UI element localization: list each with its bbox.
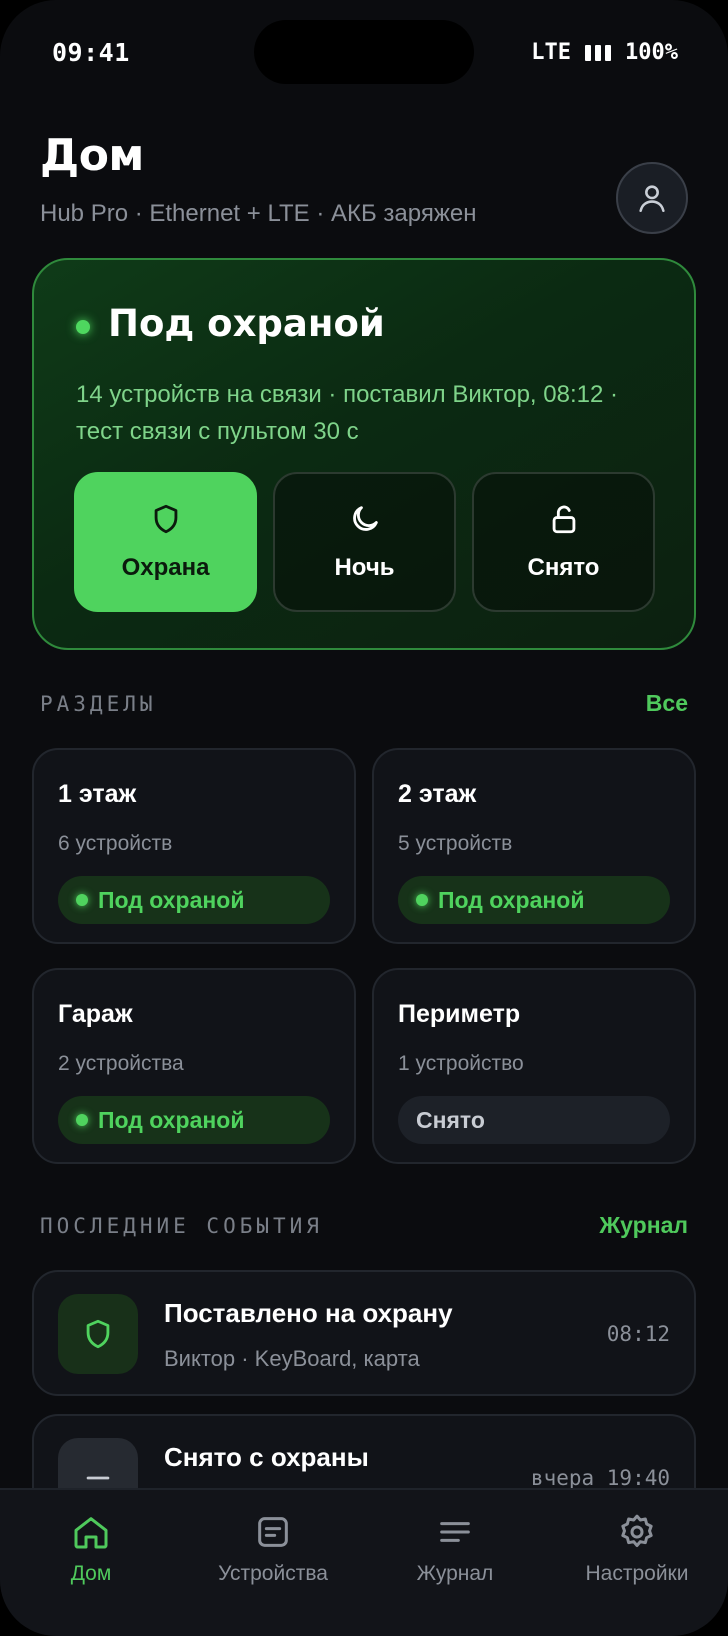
tab-label: Устройства	[218, 1562, 328, 1585]
mode-selector: Охрана Ночь Снято	[74, 472, 655, 612]
tab-bar: Дом Устройства Журнал Настройки	[0, 1488, 728, 1636]
zone-status-label: Снято	[416, 1106, 485, 1133]
disarm-label: Снято	[527, 554, 600, 581]
zone-status-badge: Под охраной	[58, 1096, 330, 1144]
zone-card-floor2[interactable]: 2 этаж 5 устройств Под охраной	[372, 748, 696, 944]
events-title: ПОСЛЕДНИЕ СОБЫТИЯ	[40, 1213, 323, 1238]
zone-card-garage[interactable]: Гараж 2 устройства Под охраной	[32, 968, 356, 1164]
status-bar: 09:41 LTE 100%	[0, 0, 728, 100]
zones-header: РАЗДЕЛЫ Все	[40, 690, 688, 717]
zone-status-label: Под охраной	[98, 1106, 245, 1133]
arm-label: Охрана	[121, 554, 210, 581]
event-time: вчера 19:40	[530, 1466, 670, 1490]
arm-button[interactable]: Охрана	[74, 472, 257, 612]
status-indicators: LTE 100%	[531, 40, 678, 65]
home-icon	[74, 1517, 108, 1549]
zone-name: Периметр	[398, 1000, 521, 1028]
tab-label: Дом	[70, 1562, 112, 1585]
zone-device-count: 1 устройство	[398, 1052, 524, 1075]
zone-card-floor1[interactable]: 1 этаж 6 устройств Под охраной	[32, 748, 356, 944]
status-dot	[416, 894, 428, 906]
shield-icon	[154, 504, 177, 534]
status-time: 09:41	[52, 38, 130, 67]
zone-card-perimeter[interactable]: Периметр 1 устройство Снято	[372, 968, 696, 1164]
zones-all-link[interactable]: Все	[646, 690, 688, 717]
zone-status-label: Под охраной	[98, 886, 245, 913]
dynamic-island	[254, 20, 474, 84]
zone-name: 1 этаж	[58, 780, 137, 808]
night-mode-button[interactable]: Ночь	[273, 472, 456, 612]
event-title: Поставлено на охрану	[164, 1298, 453, 1328]
zone-status-label: Под охраной	[438, 886, 585, 913]
page-title: Дом	[40, 130, 144, 181]
journal-link[interactable]: Журнал	[599, 1212, 688, 1239]
status-dot	[76, 894, 88, 906]
event-title: Снято с охраны	[164, 1442, 369, 1472]
unlock-icon	[552, 505, 575, 534]
tab-label: Настройки	[585, 1562, 689, 1585]
tab-home[interactable]: Дом	[0, 1490, 182, 1636]
zones-title: РАЗДЕЛЫ	[40, 691, 157, 716]
network-label: LTE	[531, 40, 572, 65]
zone-device-count: 2 устройства	[58, 1052, 184, 1075]
event-subtitle: Виктор · KeyBoard, карта	[164, 1346, 420, 1371]
battery-label: 100%	[625, 40, 678, 65]
hub-subtitle: Hub Pro · Ethernet + LTE · АКБ заряжен	[40, 200, 477, 227]
tab-label: Журнал	[416, 1562, 494, 1585]
event-time: 08:12	[606, 1322, 670, 1346]
zone-status-badge: Под охраной	[58, 876, 330, 924]
signal-icon	[585, 44, 612, 61]
list-icon	[440, 1522, 470, 1542]
profile-button[interactable]	[616, 162, 688, 234]
zone-device-count: 6 устройств	[58, 832, 173, 855]
event-item[interactable]: Поставлено на охрану Виктор · KeyBoard, …	[32, 1270, 696, 1396]
tab-devices[interactable]: Устройства	[182, 1490, 364, 1636]
zone-name: Гараж	[58, 1000, 133, 1028]
gear-icon	[621, 1514, 653, 1547]
tab-journal[interactable]: Журнал	[364, 1490, 546, 1636]
devices-icon	[258, 1517, 288, 1547]
app-screen: 09:41 LTE 100% Дом Hub Pro · Ethernet + …	[0, 0, 728, 1636]
security-status-card: Под охраной 14 устройств на связи · пост…	[32, 258, 696, 650]
event-icon-box	[58, 1294, 138, 1374]
user-icon	[639, 185, 665, 213]
zone-name: 2 этаж	[398, 780, 477, 808]
moon-icon	[352, 506, 378, 531]
night-label: Ночь	[334, 554, 395, 581]
status-dot	[76, 320, 90, 334]
security-state: Под охраной	[108, 302, 385, 345]
status-dot	[76, 1114, 88, 1126]
zone-status-badge: Снято	[398, 1096, 670, 1144]
disarm-button[interactable]: Снято	[472, 472, 655, 612]
shield-icon	[86, 1319, 110, 1349]
events-header: ПОСЛЕДНИЕ СОБЫТИЯ Журнал	[40, 1212, 688, 1239]
zone-device-count: 5 устройств	[398, 832, 513, 855]
zone-status-badge: Под охраной	[398, 876, 670, 924]
security-description: 14 устройств на связи · поставил Виктор,…	[76, 381, 618, 445]
tab-settings[interactable]: Настройки	[546, 1490, 728, 1636]
